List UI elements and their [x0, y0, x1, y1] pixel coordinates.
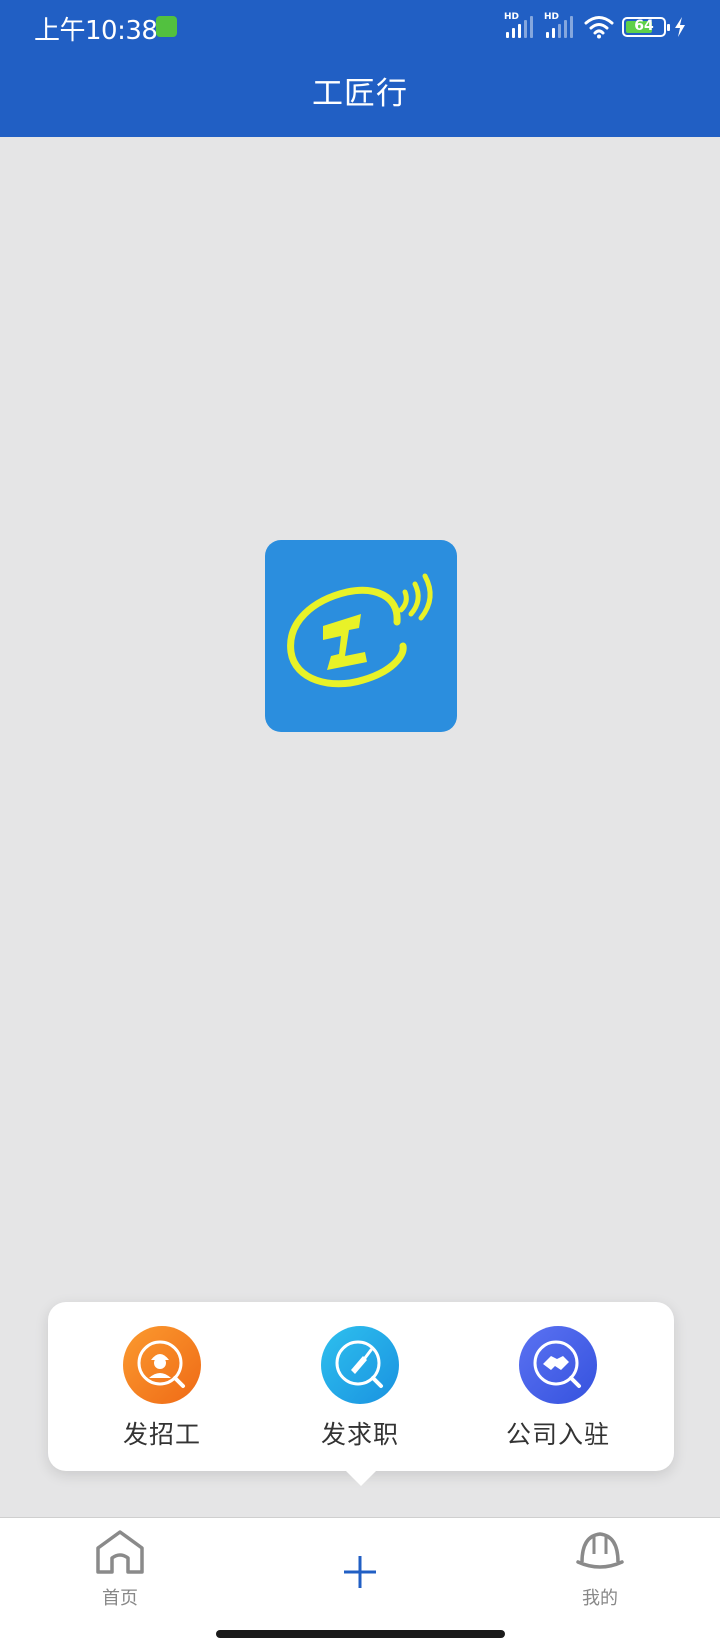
trowel-search-icon	[321, 1326, 399, 1404]
post-job-seeking-button[interactable]: 发求职	[270, 1326, 450, 1451]
battery-level: 64	[634, 18, 654, 34]
worker-search-icon	[123, 1326, 201, 1404]
status-icons: HD HD 64	[504, 12, 686, 40]
tab-home[interactable]: 首页	[65, 1528, 175, 1610]
home-indicator[interactable]	[216, 1630, 505, 1638]
app-logo	[265, 540, 457, 732]
post-job-seeking-label: 发求职	[320, 1420, 399, 1449]
post-recruit-label: 发招工	[122, 1420, 201, 1449]
battery-icon: 64	[622, 17, 670, 37]
publish-plus-button[interactable]	[330, 1542, 390, 1602]
notification-app-icon	[156, 16, 177, 37]
helmet-icon	[576, 1532, 624, 1569]
popup-pointer	[341, 1466, 381, 1486]
tab-mine-label: 我的	[582, 1588, 618, 1609]
company-join-label: 公司入驻	[505, 1420, 610, 1449]
home-icon	[96, 1530, 144, 1574]
publish-popup-menu: 发招工 发求职 公司入驻	[48, 1302, 674, 1471]
app-logo-icon	[287, 573, 433, 688]
page-title: 工匠行	[312, 76, 408, 112]
tab-mine[interactable]: 我的	[545, 1528, 655, 1610]
signal-2-icon: HD	[544, 12, 576, 40]
signal-1-icon: HD	[504, 12, 536, 40]
company-join-button[interactable]: 公司入驻	[468, 1326, 648, 1451]
wifi-icon	[584, 16, 614, 39]
post-recruit-button[interactable]: 发招工	[72, 1326, 252, 1451]
charging-icon	[675, 17, 685, 37]
status-time: 上午10:38	[34, 16, 158, 46]
status-bar: 上午10:38 HD HD 64	[0, 0, 720, 54]
plus-icon	[344, 1556, 376, 1588]
top-app-bar: 上午10:38 HD HD 64 工匠行	[0, 0, 720, 137]
tab-home-label: 首页	[102, 1588, 138, 1609]
handshake-search-icon	[519, 1326, 597, 1404]
